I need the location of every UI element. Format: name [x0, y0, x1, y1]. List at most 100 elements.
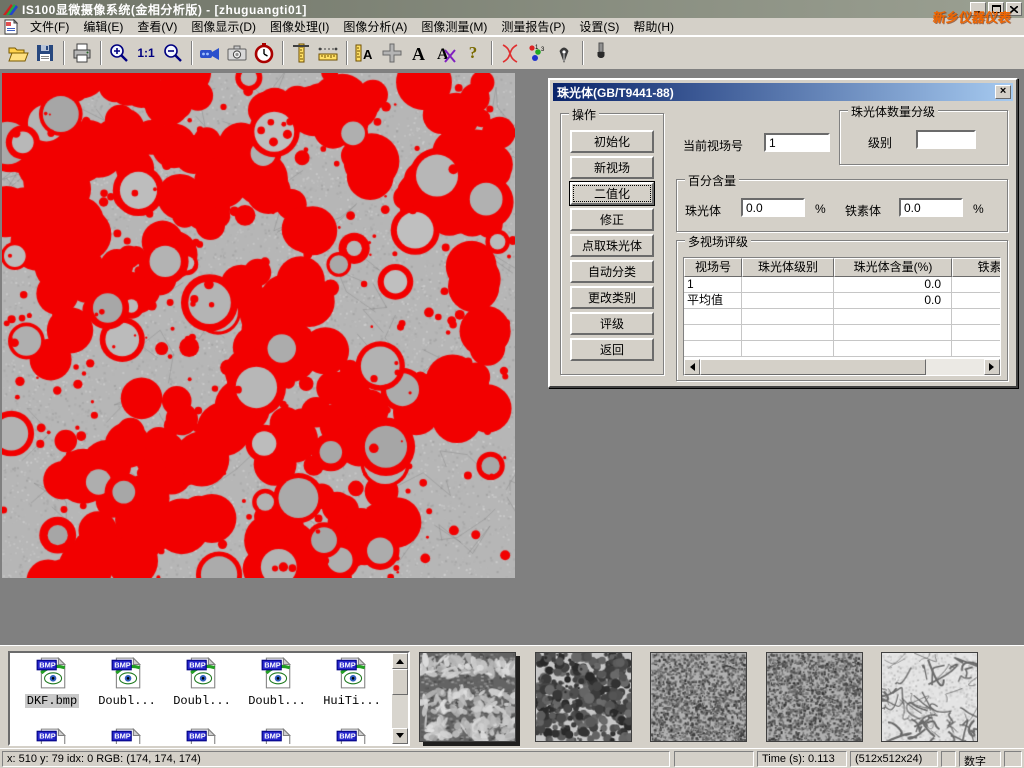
video-camera-button[interactable]: [197, 40, 223, 66]
dialog-close-button[interactable]: ×: [995, 85, 1011, 99]
scrollbar-thumb[interactable]: [700, 359, 926, 375]
table-row[interactable]: 1 0.0: [684, 277, 1000, 293]
file-item[interactable]: BMP Doubl...: [166, 656, 238, 708]
menu-measure-report[interactable]: 测量报告(P): [494, 17, 572, 36]
zoom-in-button[interactable]: [106, 40, 132, 66]
file-name[interactable]: DKF.bmp: [25, 694, 79, 708]
auto-classify-button[interactable]: 自动分类: [570, 260, 654, 283]
text-a-off-button[interactable]: A: [433, 40, 459, 66]
grade-label: 级别: [868, 134, 892, 151]
header-ferrite-content: 铁素体含量(%): [952, 258, 1001, 277]
header-pearlite-level: 珠光体级别: [742, 258, 834, 277]
file-item-partial[interactable]: BMP: [91, 727, 163, 746]
cell-ferrite: [952, 277, 1001, 293]
file-item-partial[interactable]: BMP: [16, 727, 88, 746]
open-button[interactable]: [5, 40, 31, 66]
file-list-scrollbar[interactable]: [392, 653, 408, 744]
pen-button[interactable]: [551, 40, 577, 66]
measure-text-button[interactable]: A: [352, 40, 378, 66]
bmp-file-icon: BMP: [185, 656, 219, 690]
pearlite-percent-input[interactable]: [741, 198, 805, 217]
menu-settings[interactable]: 设置(S): [572, 17, 626, 36]
caliper-vertical-button[interactable]: [288, 40, 314, 66]
file-item-partial[interactable]: BMP: [316, 727, 388, 746]
toolbar-separator: [63, 41, 65, 65]
camera-button[interactable]: [224, 40, 250, 66]
text-a-button[interactable]: A: [406, 40, 432, 66]
thumbnail-2[interactable]: [535, 652, 632, 742]
brush-button[interactable]: [588, 40, 614, 66]
window-maximize-button[interactable]: [988, 2, 1004, 16]
red-curve-button[interactable]: [497, 40, 523, 66]
text-a-off-icon: A: [435, 42, 457, 64]
current-field-label: 当前视场号: [683, 137, 743, 154]
red-curve-icon: [499, 42, 521, 64]
bmp-file-icon: BMP: [260, 656, 294, 690]
menu-image-processing[interactable]: 图像处理(I): [263, 17, 336, 36]
correct-button[interactable]: 修正: [570, 208, 654, 231]
menu-help[interactable]: 帮助(H): [626, 17, 681, 36]
file-item[interactable]: BMP DKF.bmp: [16, 656, 88, 708]
svg-text:BMP: BMP: [114, 732, 131, 741]
scrollbar-thumb[interactable]: [392, 669, 408, 695]
return-button[interactable]: 返回: [570, 338, 654, 361]
zoom-out-button[interactable]: [160, 40, 186, 66]
grade-input[interactable]: [916, 130, 976, 149]
timer-button[interactable]: [251, 40, 277, 66]
header-pearlite-content: 珠光体含量(%): [834, 258, 952, 277]
thumbnail-5[interactable]: [881, 652, 978, 742]
menu-image-display[interactable]: 图像显示(D): [184, 17, 263, 36]
micrograph-image[interactable]: [2, 73, 515, 578]
scroll-left-button[interactable]: [684, 359, 700, 375]
file-item-partial[interactable]: BMP: [166, 727, 238, 746]
dialog-title-bar[interactable]: 珠光体(GB/T9441-88): [553, 83, 1013, 101]
thumbnail-1[interactable]: [419, 652, 516, 742]
print-button[interactable]: [69, 40, 95, 66]
window-close-button[interactable]: [1006, 2, 1022, 16]
cell-pearlite: 0.0: [834, 277, 952, 293]
scroll-right-button[interactable]: [984, 359, 1000, 375]
thumbnail-4[interactable]: [766, 652, 863, 742]
file-name[interactable]: Doubl...: [171, 694, 233, 708]
file-name[interactable]: Doubl...: [96, 694, 158, 708]
new-field-button[interactable]: 新视场: [570, 156, 654, 179]
svg-text:BMP: BMP: [39, 732, 56, 741]
menu-view[interactable]: 查看(V): [130, 17, 184, 36]
save-button[interactable]: [32, 40, 58, 66]
scroll-up-button[interactable]: [392, 653, 408, 669]
initialize-button[interactable]: 初始化: [570, 130, 654, 153]
ruler-horizontal-button[interactable]: [315, 40, 341, 66]
binarize-button[interactable]: 二值化: [570, 182, 654, 205]
change-category-button[interactable]: 更改类别: [570, 286, 654, 309]
arrow-up-icon: [396, 655, 404, 664]
menu-edit[interactable]: 编辑(E): [76, 17, 130, 36]
scroll-down-button[interactable]: [392, 728, 408, 744]
thumbnail-3[interactable]: [650, 652, 747, 742]
current-field-input[interactable]: [764, 133, 830, 152]
rate-button[interactable]: 评级: [570, 312, 654, 335]
file-name[interactable]: HuiTi...: [321, 694, 383, 708]
file-browser[interactable]: BMP DKF.bmp BMP Doubl... BMP Doubl... BM…: [8, 651, 410, 746]
file-item[interactable]: BMP HuiTi...: [316, 656, 388, 708]
actual-size-button[interactable]: 1:1: [133, 40, 159, 66]
file-item[interactable]: BMP Doubl...: [91, 656, 163, 708]
status-position: x: 510 y: 79 idx: 0 RGB: (174, 174, 174): [2, 751, 670, 767]
file-item-partial[interactable]: BMP: [241, 727, 313, 746]
ferrite-percent-input[interactable]: [899, 198, 963, 217]
menu-image-analysis[interactable]: 图像分析(A): [336, 17, 414, 36]
pick-pearlite-button[interactable]: 点取珠光体: [570, 234, 654, 257]
menu-file[interactable]: 文件(F): [23, 17, 76, 36]
table-row[interactable]: 平均值 0.0: [684, 293, 1000, 309]
file-item[interactable]: BMP Doubl...: [241, 656, 313, 708]
help-button[interactable]: ?: [460, 40, 486, 66]
print-icon: [71, 42, 93, 64]
count-points-button[interactable]: 13: [524, 40, 550, 66]
menu-image-measure[interactable]: 图像测量(M): [414, 17, 494, 36]
rating-table[interactable]: 视场号 珠光体级别 珠光体含量(%) 铁素体含量(%) 1 0.0 平均值 0.…: [683, 257, 1001, 376]
window-title: IS100显微摄像系统(金相分析版) - [zhuguangti01]: [22, 1, 307, 18]
move-cross-button[interactable]: [379, 40, 405, 66]
window-minimize-button[interactable]: [970, 2, 986, 16]
status-bar: x: 510 y: 79 idx: 0 RGB: (174, 174, 174)…: [0, 748, 1024, 768]
file-name[interactable]: Doubl...: [246, 694, 308, 708]
table-horizontal-scrollbar[interactable]: [684, 359, 1000, 375]
